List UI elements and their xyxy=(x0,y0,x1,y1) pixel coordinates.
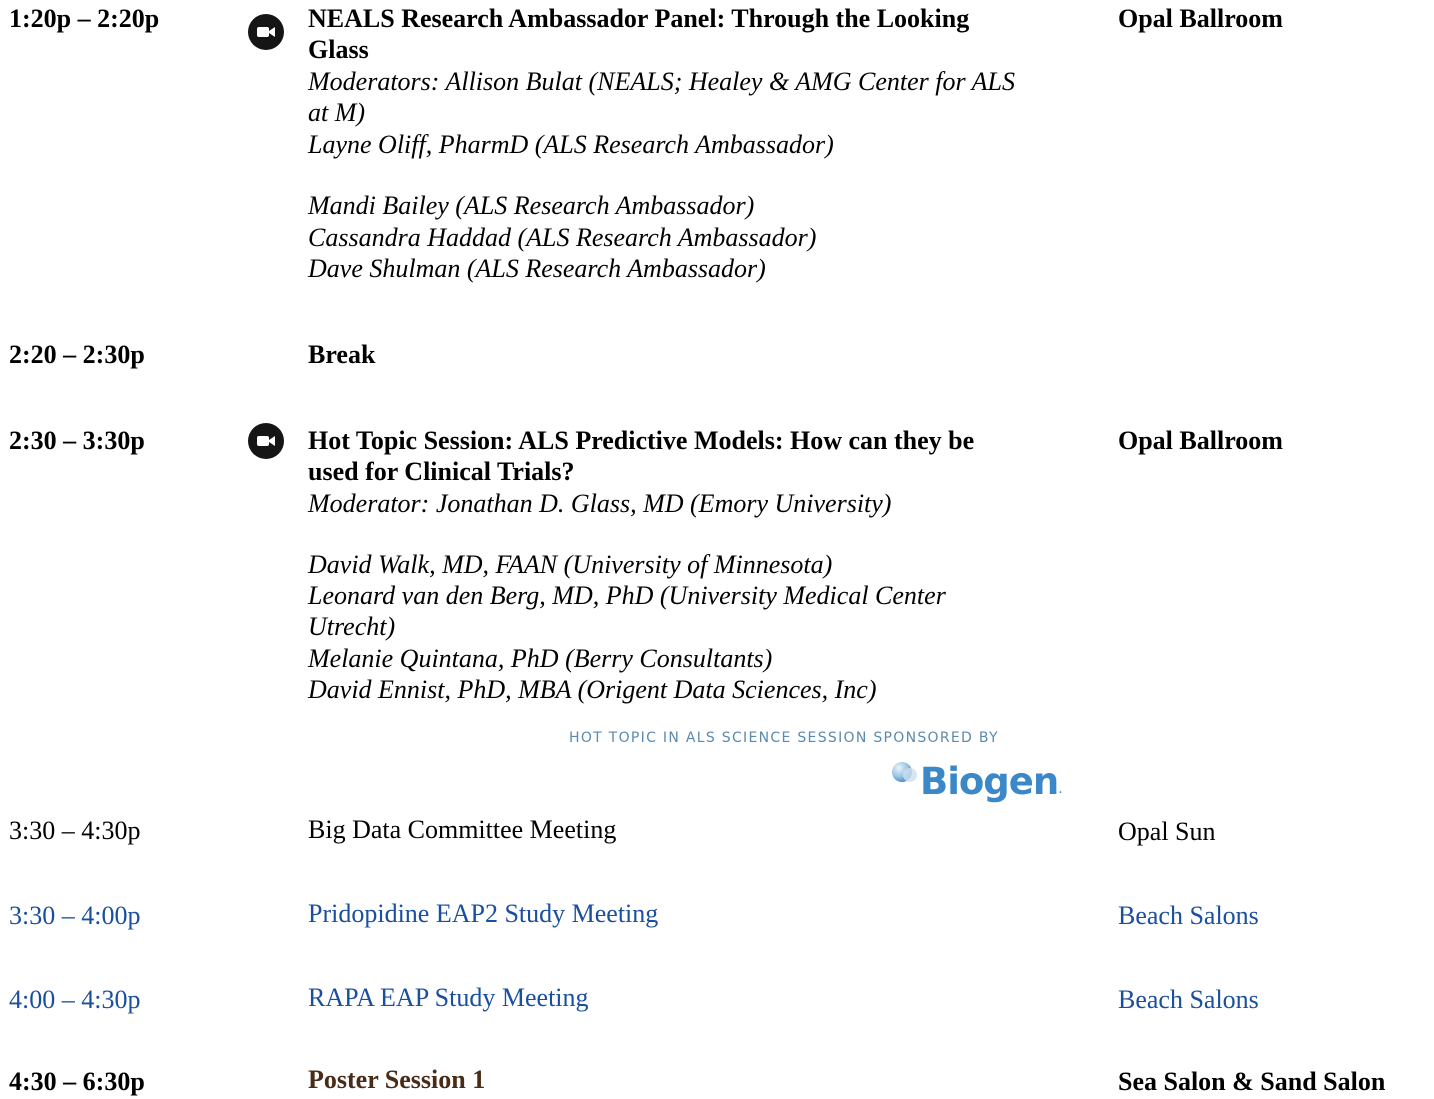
session-title-link[interactable]: Pridopidine EAP2 Study Meeting xyxy=(308,899,658,929)
session-room: Opal Ballroom xyxy=(1118,4,1283,33)
session-title-link[interactable]: RAPA EAP Study Meeting xyxy=(308,983,589,1013)
panelist-line: Mandi Bailey (ALS Research Ambassador) xyxy=(308,191,755,220)
panelist-line: Leonard van den Berg, MD, PhD (Universit… xyxy=(308,581,946,610)
biogen-sphere-icon xyxy=(892,762,917,782)
panelist-line: Dave Shulman (ALS Research Ambassador) xyxy=(308,254,766,283)
panelist-line: Utrecht) xyxy=(308,612,396,641)
moderator-line: Moderators: Allison Bulat (NEALS; Healey… xyxy=(308,67,1016,96)
session-time: 3:30 – 4:30p xyxy=(9,816,141,845)
session-title: Big Data Committee Meeting xyxy=(308,815,617,844)
video-camera-icon xyxy=(248,423,284,459)
session-title: Break xyxy=(308,340,376,369)
panelist-line: Melanie Quintana, PhD (Berry Consultants… xyxy=(308,644,773,673)
session-time: 4:30 – 6:30p xyxy=(9,1067,145,1096)
session-room[interactable]: Beach Salons xyxy=(1118,985,1259,1015)
session-title-line: NEALS Research Ambassador Panel: Through… xyxy=(308,4,970,33)
session-title-line: used for Clinical Trials? xyxy=(308,457,575,486)
moderator-line: at M) xyxy=(308,98,366,127)
session-room: Opal Ballroom xyxy=(1118,426,1283,455)
session-room[interactable]: Beach Salons xyxy=(1118,901,1259,931)
session-time: 2:30 – 3:30p xyxy=(9,426,145,455)
panelist-line: Cassandra Haddad (ALS Research Ambassado… xyxy=(308,223,817,252)
session-title-line: Hot Topic Session: ALS Predictive Models… xyxy=(308,426,975,455)
session-time: 2:20 – 2:30p xyxy=(9,340,145,369)
session-time[interactable]: 3:30 – 4:00p xyxy=(9,901,140,931)
moderator-line: Moderator: Jonathan D. Glass, MD (Emory … xyxy=(308,489,892,518)
session-room: Opal Sun xyxy=(1118,817,1216,846)
biogen-dot: . xyxy=(1058,781,1063,797)
biogen-wordmark: Biogen xyxy=(920,759,1059,803)
session-title: Poster Session 1 xyxy=(308,1065,486,1094)
panelist-line: David Ennist, PhD, MBA (Origent Data Sci… xyxy=(308,675,877,704)
sponsor-text: HOT TOPIC IN ALS SCIENCE SESSION SPONSOR… xyxy=(569,730,999,746)
panelist-line: David Walk, MD, FAAN (University of Minn… xyxy=(308,550,833,579)
panelist-line: Layne Oliff, PharmD (ALS Research Ambass… xyxy=(308,130,834,159)
video-camera-icon xyxy=(248,14,284,50)
biogen-logo: Biogen . xyxy=(888,748,1063,804)
session-time[interactable]: 4:00 – 4:30p xyxy=(9,985,140,1015)
session-room: Sea Salon & Sand Salon xyxy=(1118,1067,1386,1096)
session-time: 1:20p – 2:20p xyxy=(9,4,160,33)
session-title-line: Glass xyxy=(308,35,369,64)
